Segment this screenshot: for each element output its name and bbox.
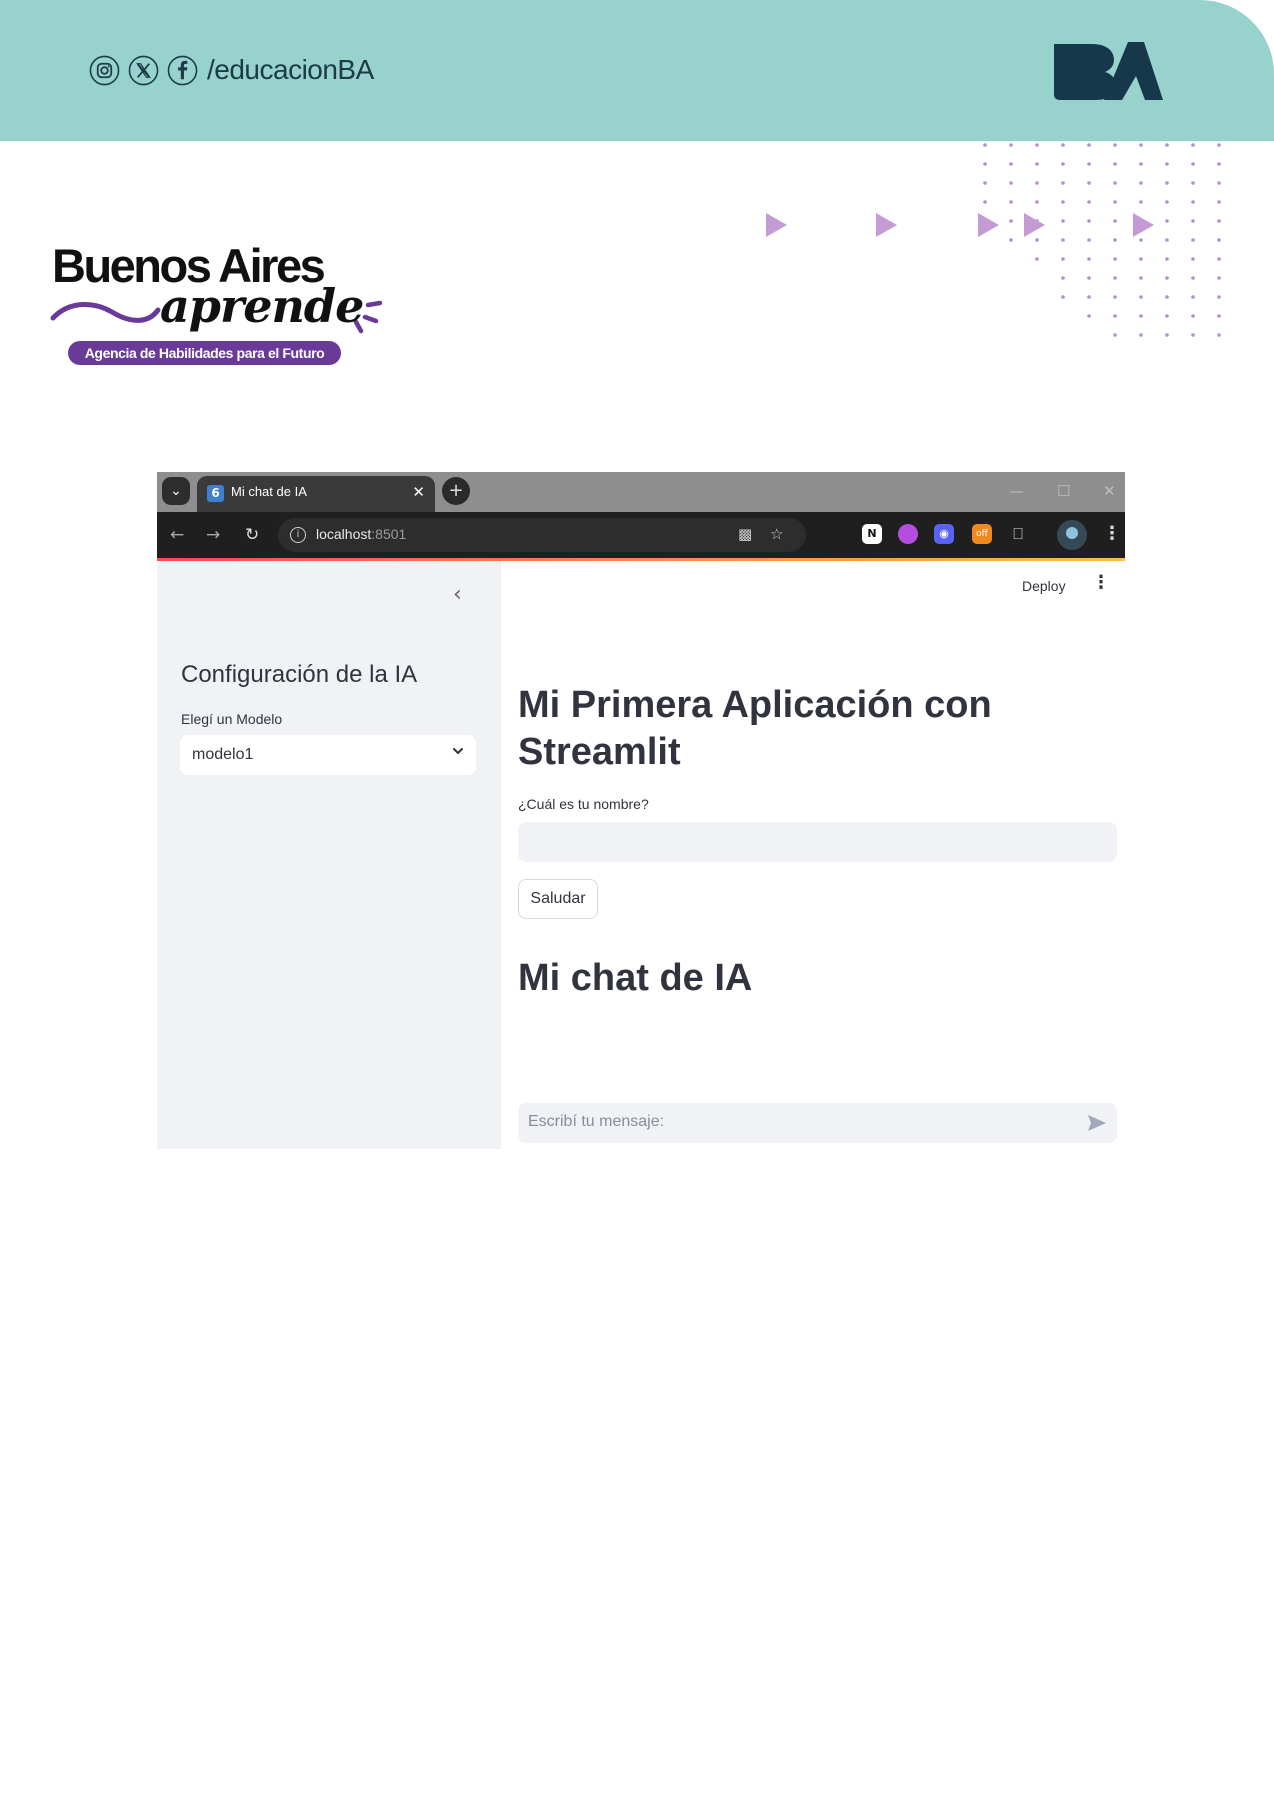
- model-select-label: Elegí un Modelo: [181, 711, 283, 727]
- tab-strip: ⌄ 6 Mi chat de IA ✕ + — ☐ ✕: [157, 472, 1125, 512]
- minimize-icon[interactable]: —: [1009, 482, 1024, 500]
- greet-button[interactable]: Saludar: [518, 879, 598, 919]
- app-menu-icon[interactable]: ⋮: [1092, 572, 1110, 593]
- url-host: localhost: [316, 526, 372, 542]
- profile-avatar[interactable]: [1057, 520, 1087, 550]
- new-tab-button[interactable]: +: [442, 477, 470, 505]
- collapse-sidebar-icon[interactable]: ‹: [453, 582, 462, 607]
- triangle-decoration: [876, 213, 897, 237]
- header-band: /educacionBA: [0, 0, 1274, 141]
- facebook-icon[interactable]: [167, 55, 198, 86]
- reload-icon[interactable]: ↻: [245, 525, 259, 545]
- site-info-icon[interactable]: i: [290, 527, 306, 543]
- brand-script: aprende: [160, 279, 364, 333]
- brand-tagline: Agencia de Habilidades para el Futuro: [68, 341, 341, 365]
- extensions-puzzle-icon[interactable]: ⎕: [1008, 524, 1028, 544]
- page-title: Mi Primera Aplicación con Streamlit: [518, 684, 992, 773]
- browser-tab[interactable]: 6 Mi chat de IA ✕: [197, 476, 435, 512]
- model-select-value: modelo1: [192, 746, 254, 763]
- chat-input[interactable]: Escribí tu mensaje:: [518, 1103, 1117, 1143]
- tab-title: Mi chat de IA: [231, 484, 307, 499]
- x-icon[interactable]: [128, 55, 159, 86]
- maximize-icon[interactable]: ☐: [1057, 482, 1070, 500]
- sidebar: ‹ Configuración de la IA Elegí un Modelo…: [157, 561, 501, 1149]
- address-bar[interactable]: i localhost:8501 ▩ ☆: [278, 518, 806, 552]
- dot-pattern: [983, 143, 1221, 337]
- browser-menu-icon[interactable]: ⋮: [1103, 523, 1121, 544]
- tab-favicon: 6: [207, 485, 224, 502]
- extension-icon-purple[interactable]: [898, 524, 918, 544]
- sidebar-title: Configuración de la IA: [181, 661, 418, 688]
- translate-icon[interactable]: ▩: [738, 525, 752, 543]
- deploy-button[interactable]: Deploy: [1022, 578, 1066, 594]
- triangle-decoration: [1133, 213, 1154, 237]
- triangle-decoration: [766, 213, 787, 237]
- chat-input-placeholder: Escribí tu mensaje:: [528, 1113, 665, 1130]
- name-input[interactable]: [518, 822, 1117, 862]
- url-text: localhost:8501: [316, 526, 406, 542]
- chevron-down-icon: [453, 748, 463, 754]
- close-tab-icon[interactable]: ✕: [412, 483, 425, 501]
- triangle-decoration: [978, 213, 999, 237]
- tab-search-button[interactable]: ⌄: [162, 477, 190, 505]
- extension-icon-blue[interactable]: ◉: [934, 524, 954, 544]
- social-links: /educacionBA: [89, 50, 374, 90]
- ba-logo: [1054, 42, 1163, 100]
- send-icon[interactable]: [1087, 1114, 1107, 1132]
- instagram-icon[interactable]: [89, 55, 120, 86]
- browser-window: ⌄ 6 Mi chat de IA ✕ + — ☐ ✕ ← → ↻ i loca…: [157, 472, 1125, 1149]
- close-window-icon[interactable]: ✕: [1103, 482, 1116, 500]
- bookmark-star-icon[interactable]: ☆: [770, 525, 783, 543]
- url-port: :8501: [371, 526, 407, 542]
- chat-title: Mi chat de IA: [518, 957, 753, 999]
- model-select[interactable]: modelo1: [180, 735, 476, 775]
- triangle-decoration: [1024, 213, 1045, 237]
- back-icon[interactable]: ←: [170, 525, 184, 545]
- extension-icon-off[interactable]: off: [972, 524, 992, 544]
- notion-extension-icon[interactable]: N: [862, 524, 882, 544]
- browser-toolbar: ← → ↻ i localhost:8501 ▩ ☆ N ◉ off ⎕ ⋮: [157, 512, 1125, 558]
- forward-icon[interactable]: →: [206, 525, 220, 545]
- social-handle: /educacionBA: [207, 54, 374, 85]
- name-input-label: ¿Cuál es tu nombre?: [518, 796, 649, 812]
- buenos-aires-aprende-logo: Buenos Aires aprende Agencia de Habilida…: [50, 240, 390, 370]
